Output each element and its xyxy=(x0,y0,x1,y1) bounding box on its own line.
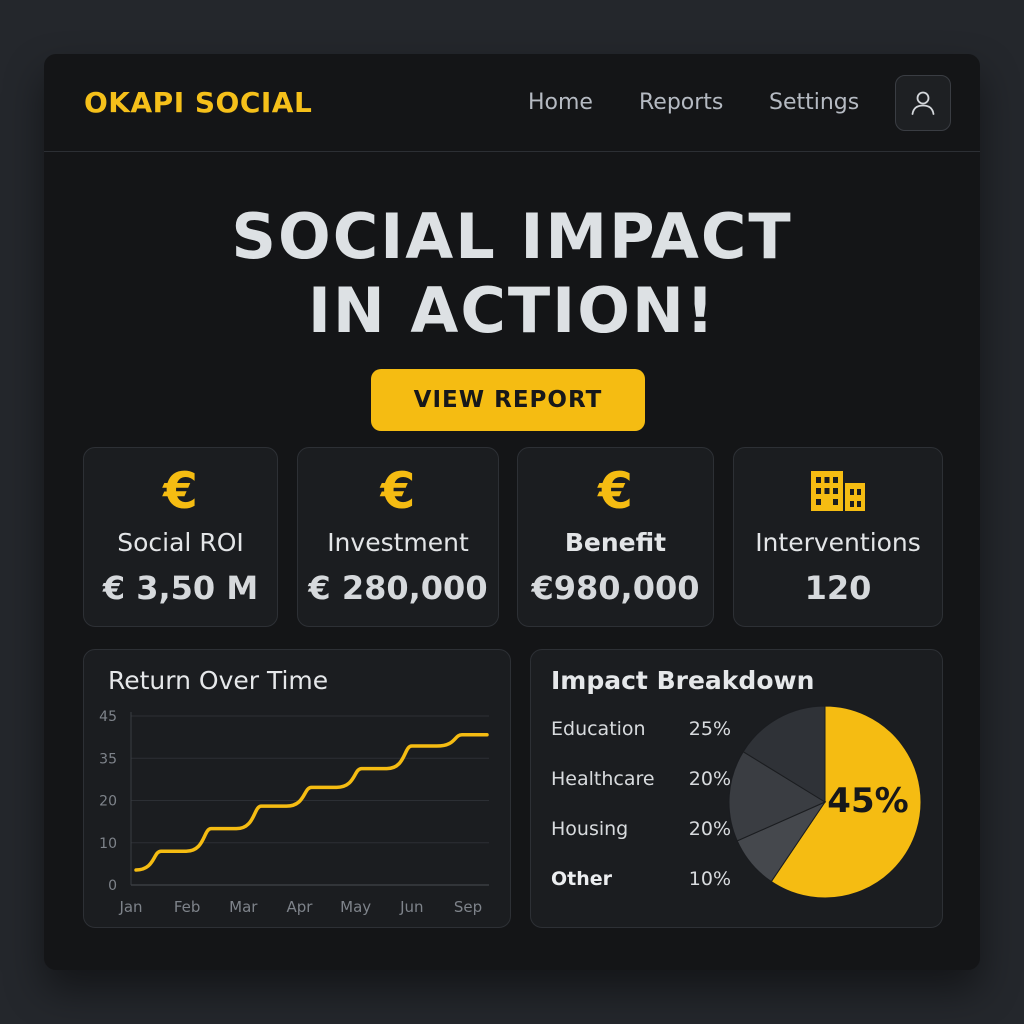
hero-title-line-1: SOCIAL IMPACT xyxy=(231,200,793,273)
stat-card-interventions[interactable]: Interventions 120 xyxy=(733,447,943,627)
euro-icon: € xyxy=(163,462,198,520)
return-over-time-panel: Return Over Time 0 10 20 35 45 Jan Feb Mar Apr Ma… xyxy=(83,649,511,928)
nav-settings-link[interactable]: Settings xyxy=(769,90,859,115)
nav-reports-link[interactable]: Reports xyxy=(639,90,723,115)
x-tick-label: Jan xyxy=(118,898,142,916)
building-icon xyxy=(734,466,942,516)
hero-title: SOCIAL IMPACT IN ACTION! xyxy=(44,200,980,348)
return-line-chart: 0 10 20 35 45 Jan Feb Mar Apr May Jun Sep xyxy=(99,709,489,916)
y-tick-label: 20 xyxy=(99,794,117,810)
breakdown-title: Impact Breakdown xyxy=(551,666,815,695)
x-tick-label: Jun xyxy=(399,898,423,916)
impact-breakdown-panel: Impact Breakdown Education 25% Healthcar… xyxy=(530,649,943,928)
view-report-button[interactable]: VIEW REPORT xyxy=(371,369,645,431)
euro-icon: € xyxy=(380,462,416,520)
x-tick-label: Feb xyxy=(174,898,201,916)
stat-label: Interventions xyxy=(755,528,921,557)
x-tick-label: Apr xyxy=(287,898,314,916)
x-tick-label: May xyxy=(340,898,371,916)
x-tick-label: Mar xyxy=(229,898,258,916)
return-series-line xyxy=(134,733,489,872)
x-tick-label: Sep xyxy=(454,898,482,916)
stat-card-benefit[interactable]: € Benefit €980,000 xyxy=(517,447,714,627)
user-icon xyxy=(911,91,935,115)
stat-value: 120 xyxy=(804,569,872,607)
y-tick-label: 35 xyxy=(99,751,117,767)
profile-button[interactable] xyxy=(895,75,951,131)
dashboard-window: OKAPI SOCIAL Home Reports Settings SOCIA… xyxy=(44,54,980,970)
euro-icon: € xyxy=(598,462,633,520)
stat-value: € 280,000 xyxy=(308,569,488,607)
stat-card-investment[interactable]: € Investment € 280,000 xyxy=(297,447,499,627)
y-tick-label: 10 xyxy=(99,836,117,852)
nav-home-link[interactable]: Home xyxy=(528,90,593,115)
legend-label: Housing xyxy=(551,818,629,840)
stat-card-social-roi[interactable]: € Social ROI € 3,50 M xyxy=(83,447,278,627)
impact-pie-chart: 45% xyxy=(728,705,922,899)
brand-logo[interactable]: OKAPI SOCIAL xyxy=(84,86,312,119)
y-tick-label: 0 xyxy=(108,878,117,894)
stat-label: Benefit xyxy=(564,528,667,557)
top-navigation-bar: OKAPI SOCIAL Home Reports Settings xyxy=(44,54,980,152)
pie-highlight-label: 45% xyxy=(827,781,908,821)
legend-label: Other xyxy=(551,868,613,890)
stat-label: Social ROI xyxy=(117,528,244,557)
legend-label: Healthcare xyxy=(551,768,655,790)
legend-label: Education xyxy=(551,718,646,740)
stat-label: Investment xyxy=(327,528,469,557)
stat-value: € 3,50 M xyxy=(102,569,259,607)
stat-value: €980,000 xyxy=(531,569,700,607)
y-tick-label: 45 xyxy=(99,709,117,725)
hero-title-line-2: IN ACTION! xyxy=(307,274,717,347)
